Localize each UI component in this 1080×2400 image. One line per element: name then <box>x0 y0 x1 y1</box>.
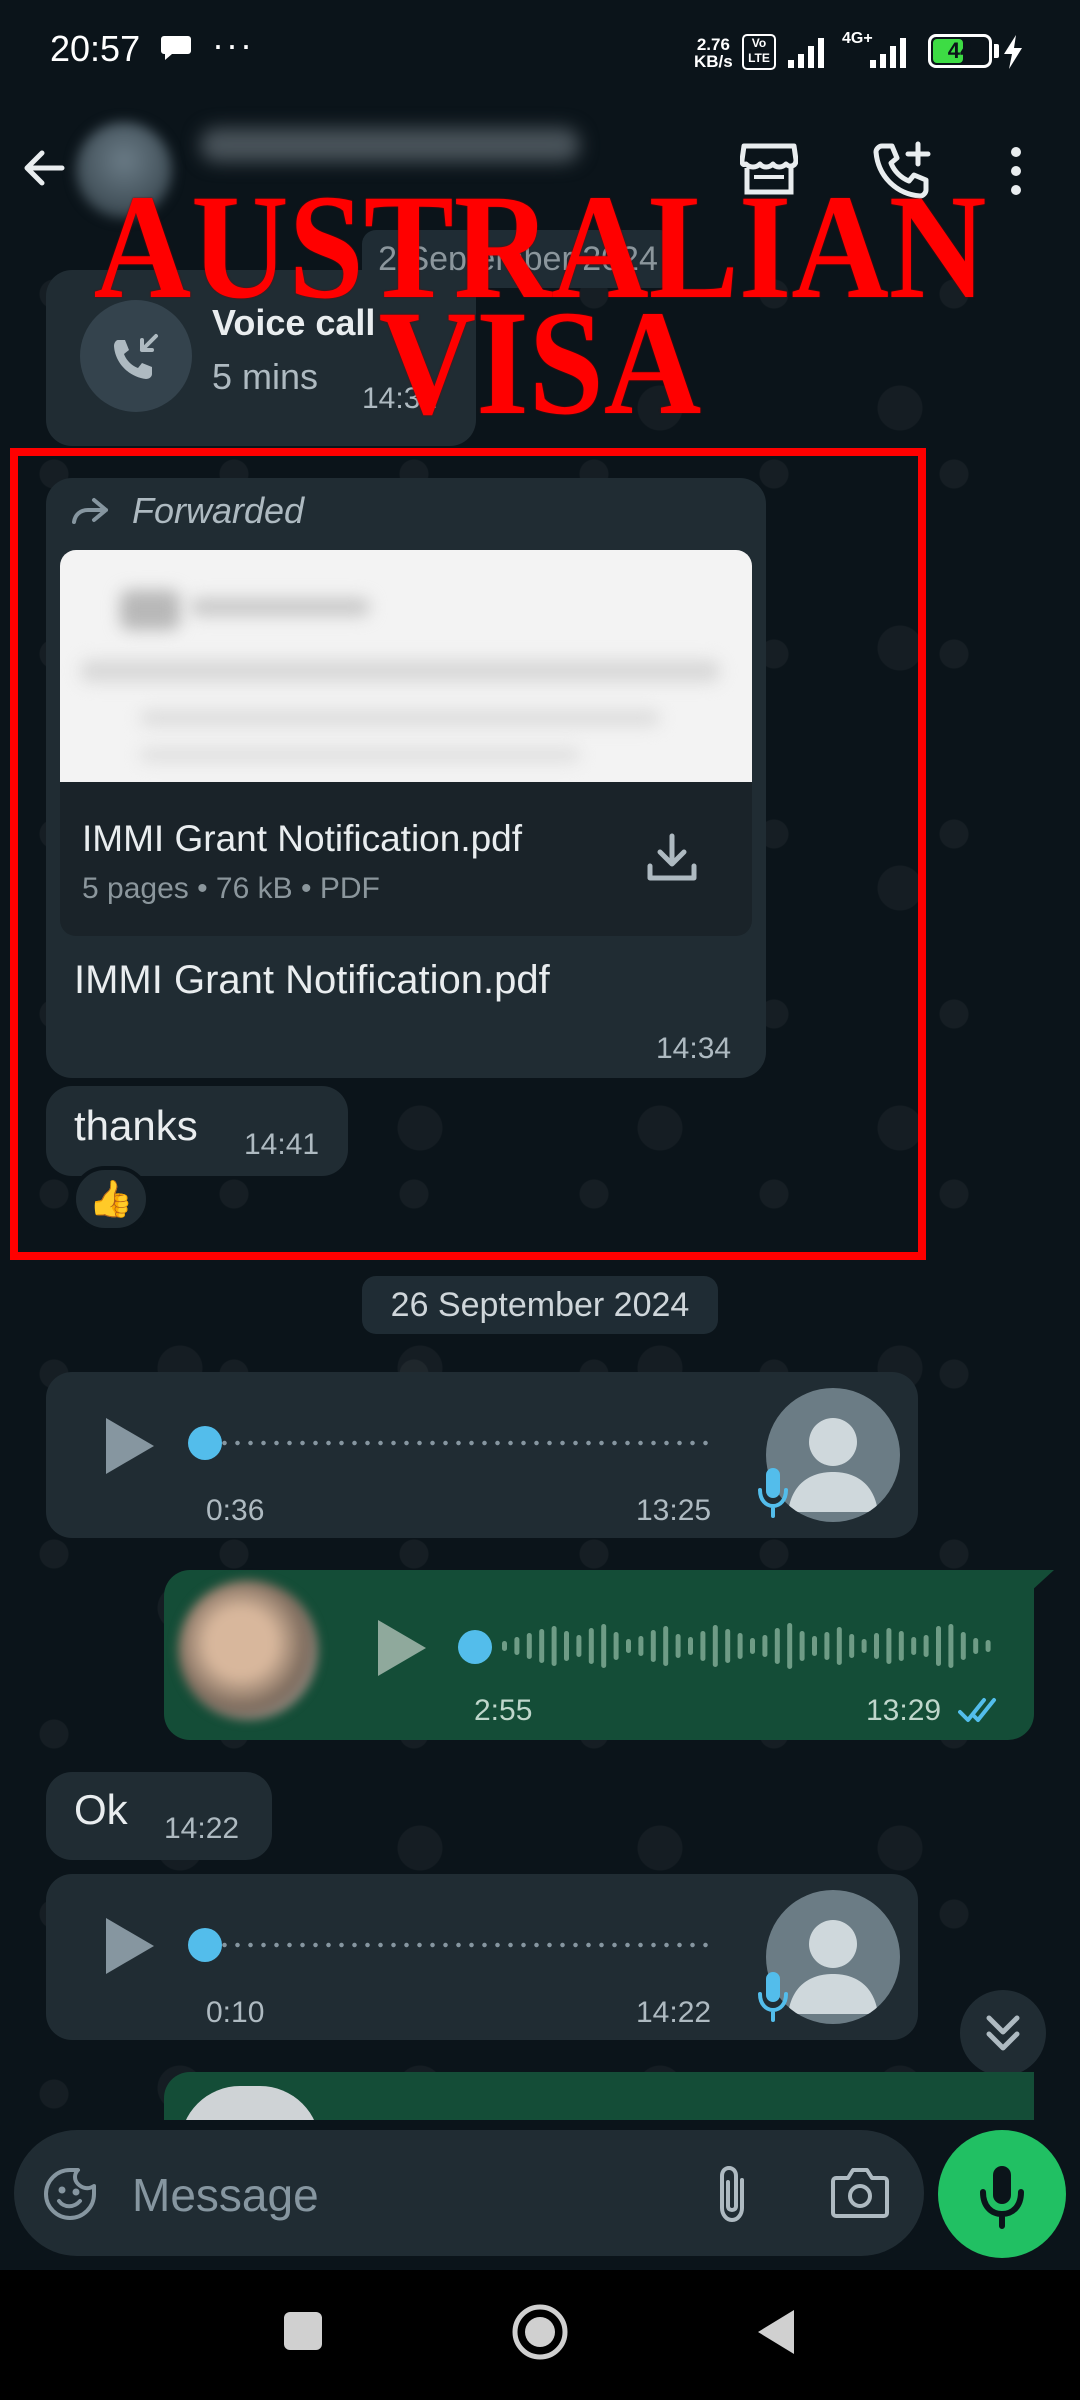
waveform-bar <box>874 1633 879 1659</box>
waveform-bar <box>973 1638 979 1654</box>
waveform-bar <box>774 1628 780 1664</box>
message-text: Ok <box>74 1786 128 1833</box>
waveform-bar <box>960 1632 966 1660</box>
waveform-bar <box>849 1634 855 1658</box>
waveform-bar <box>514 1637 520 1655</box>
volte-badge: Vo LTE <box>742 34 776 70</box>
message-time: 14:22 <box>164 1812 240 1845</box>
mic-record-button[interactable] <box>938 2130 1066 2258</box>
waveform-bar <box>650 1630 656 1662</box>
waveform-bar <box>526 1633 532 1659</box>
contact-name-blurred[interactable] <box>200 128 580 162</box>
waveform-bar <box>948 1624 954 1668</box>
waveform-bar <box>638 1636 644 1656</box>
waveform-bar <box>985 1640 991 1652</box>
message-time: 13:29 <box>866 1694 942 1727</box>
message-time: 14:22 <box>636 1996 712 2029</box>
seek-handle[interactable] <box>188 1928 222 1962</box>
waveform-bar <box>861 1639 867 1653</box>
waveform-bar <box>812 1636 817 1656</box>
waveform-bar <box>576 1635 582 1657</box>
waveform-bar <box>911 1637 917 1655</box>
waveform-bar <box>824 1632 830 1660</box>
mic-icon <box>758 1468 788 1518</box>
message-time: 13:25 <box>636 1494 712 1527</box>
seek-handle[interactable] <box>458 1630 492 1664</box>
waveform-bar <box>551 1626 557 1666</box>
chevron-double-down-icon <box>986 2015 1020 2051</box>
mic-icon <box>980 2166 1024 2229</box>
signal-icon-2 <box>870 38 906 68</box>
voice-duration: 0:36 <box>206 1494 265 1527</box>
status-more-dots: ··· <box>212 24 254 65</box>
message-placeholder[interactable]: Message <box>132 2168 319 2222</box>
voice-waveform[interactable] <box>500 1614 996 1678</box>
nav-back-icon[interactable] <box>756 2308 796 2356</box>
charging-icon <box>1004 35 1022 69</box>
waveform-bar <box>626 1639 631 1653</box>
waveform-bar <box>712 1625 718 1667</box>
waveform-bar <box>613 1632 619 1660</box>
voice-progress-track[interactable] <box>218 1440 708 1446</box>
attach-icon[interactable] <box>708 2162 756 2226</box>
waveform-bar <box>750 1638 755 1654</box>
scroll-to-bottom-button[interactable] <box>960 1990 1046 2076</box>
waveform-bar <box>700 1631 706 1661</box>
red-highlight-box <box>10 448 926 1260</box>
nav-home-icon[interactable] <box>510 2302 570 2362</box>
bubble-tail <box>1030 1570 1054 1592</box>
voice-duration: 0:10 <box>206 1996 265 2029</box>
message-notification-icon <box>161 36 191 60</box>
status-time: 20:57 <box>50 28 141 69</box>
waveform-bar <box>588 1628 594 1664</box>
network-speed: 2.76 KB/s <box>694 35 733 71</box>
my-avatar-blurred[interactable] <box>178 1580 318 1720</box>
waveform-bar <box>725 1629 731 1663</box>
waveform-bar <box>898 1631 904 1661</box>
camera-icon[interactable] <box>830 2166 890 2220</box>
voice-duration: 2:55 <box>474 1694 533 1727</box>
battery-icon: 44 <box>928 34 992 68</box>
emoji-icon[interactable] <box>42 2166 98 2222</box>
waveform-bar <box>787 1623 793 1669</box>
battery-percent: 44 <box>947 38 973 63</box>
seek-handle[interactable] <box>188 1426 222 1460</box>
waveform-bar <box>799 1631 805 1661</box>
double-tick-icon <box>958 1698 996 1722</box>
waveform-bar <box>663 1626 669 1666</box>
waveform-bar <box>836 1627 842 1665</box>
waveform-bar <box>936 1626 941 1666</box>
mic-icon <box>758 1972 788 2022</box>
waveform-bar <box>539 1629 545 1663</box>
waveform-bar <box>564 1631 569 1661</box>
waveform-bar <box>923 1635 929 1657</box>
waveform-bar <box>601 1624 607 1668</box>
signal-icon <box>788 38 824 68</box>
waveform-bar <box>675 1634 681 1658</box>
waveform-bar <box>502 1641 507 1651</box>
play-icon[interactable] <box>374 1616 430 1680</box>
date-chip: 26 September 2024 <box>362 1276 718 1334</box>
waveform-bar <box>762 1635 768 1657</box>
play-icon[interactable] <box>102 1914 158 1978</box>
nav-square-icon[interactable] <box>284 2312 322 2350</box>
overlay-title-line2: VISA <box>378 280 702 446</box>
battery-tip <box>994 44 999 58</box>
play-icon[interactable] <box>102 1414 158 1478</box>
waveform-bar <box>886 1628 892 1664</box>
waveform-bar <box>688 1637 693 1655</box>
waveform-bar <box>737 1633 743 1659</box>
voice-progress-track[interactable] <box>218 1942 708 1948</box>
